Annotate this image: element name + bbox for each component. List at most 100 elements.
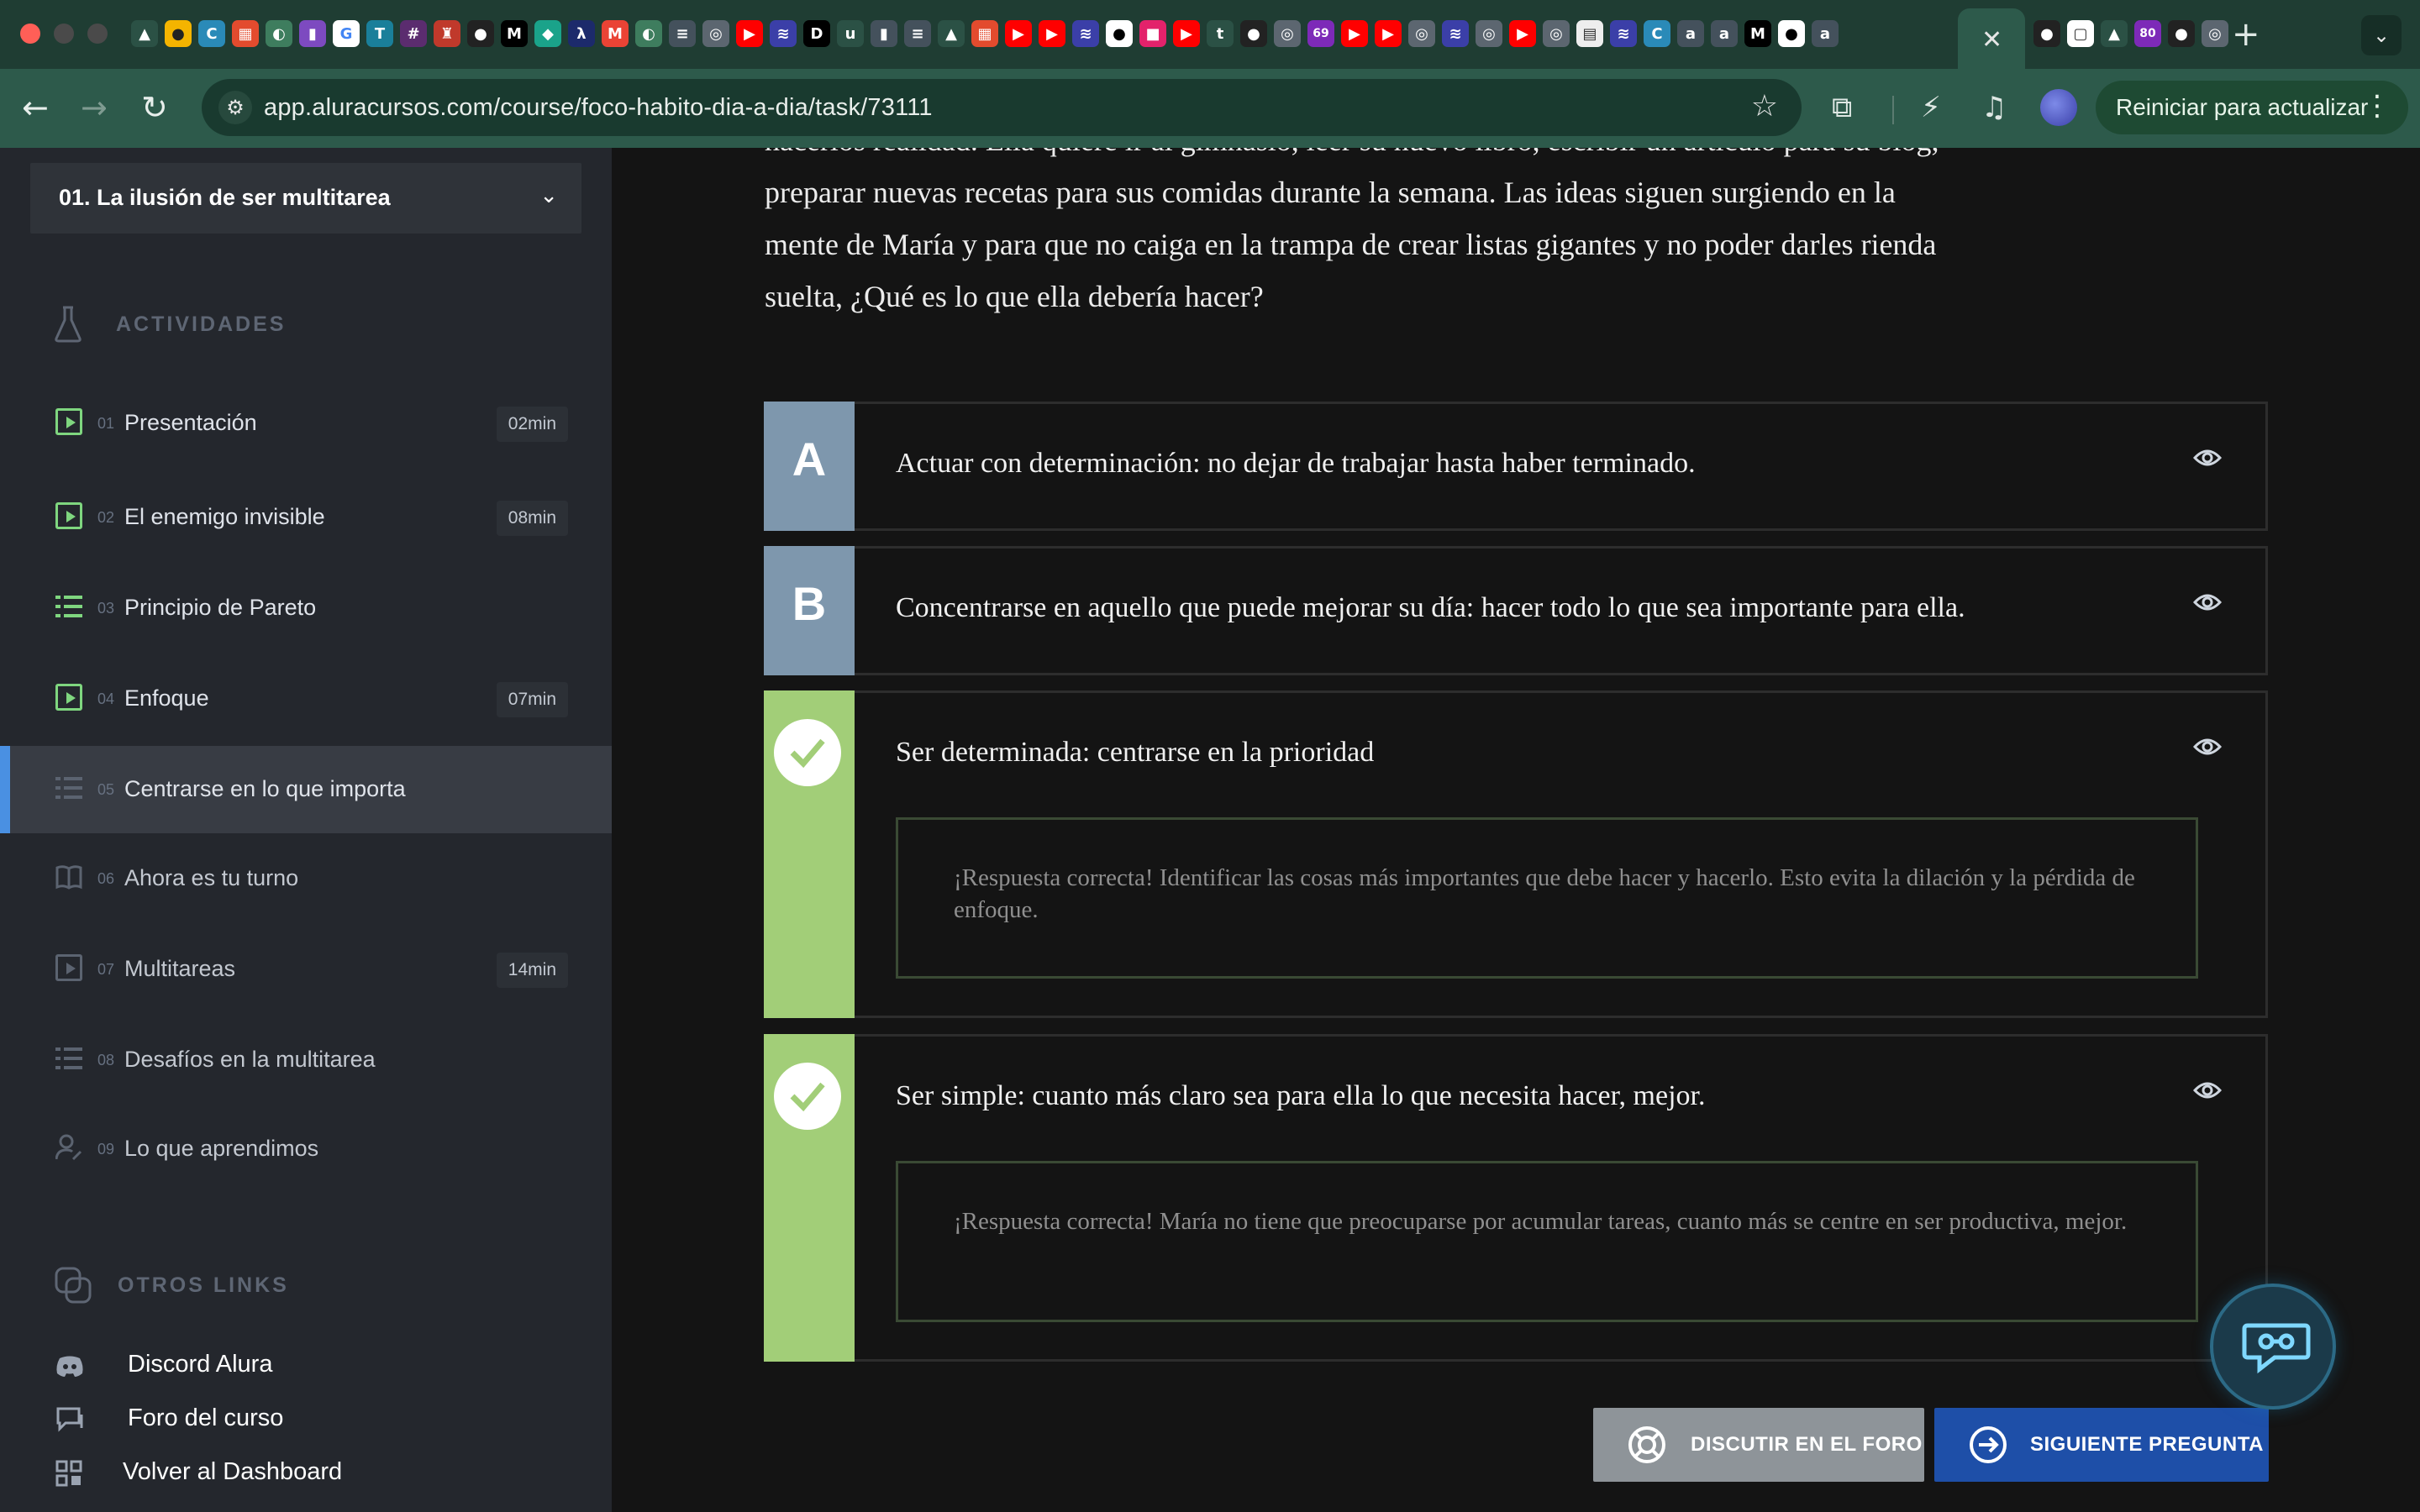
chrome-tab-icon[interactable]: ◎ [2202, 20, 2228, 47]
tab-favicon-icon[interactable]: ■ [1139, 20, 1166, 47]
sidebar-item-enemigo-invisible[interactable]: 02 El enemigo invisible 08min [0, 474, 612, 561]
section-selector[interactable]: 01. La ilusión de ser multitarea ⌄ [30, 163, 581, 234]
eye-icon[interactable] [2193, 1080, 2222, 1100]
tab-favicon-icon[interactable]: T [366, 20, 393, 47]
github-tab-icon[interactable]: ● [1778, 20, 1805, 47]
tab-favicon-icon[interactable]: ▲ [2101, 20, 2128, 47]
youtube-tab-icon[interactable]: ▶ [1173, 20, 1200, 47]
tab-favicon-icon[interactable]: ≡ [904, 20, 931, 47]
sidebar-item-pareto[interactable]: 03 Principio de Pareto [0, 564, 612, 652]
extensions-puzzle-icon[interactable]: ⧉ [1832, 91, 1852, 124]
sidebar-item-enfoque[interactable]: 04 Enfoque 07min [0, 655, 612, 743]
performance-icon[interactable]: ⚡ [1921, 91, 1941, 124]
eye-icon[interactable] [2193, 737, 2222, 757]
sidebar-item-desafios[interactable]: 08 Desafíos en la multitarea [0, 1016, 612, 1104]
tab-favicon-icon[interactable]: ◐ [266, 20, 292, 47]
answer-option-b[interactable]: B Concentrarse en aquello que puede mejo… [764, 546, 2268, 675]
tab-favicon-icon[interactable]: ≡ [669, 20, 696, 47]
back-arrow-icon[interactable]: ← [22, 87, 49, 128]
eye-icon[interactable] [2193, 592, 2222, 612]
slack-tab-icon[interactable]: # [400, 20, 427, 47]
dev-tab-icon[interactable]: D [803, 20, 830, 47]
youtube-tab-icon[interactable]: ▶ [1039, 20, 1065, 47]
sidebar-item-presentacion[interactable]: 01 Presentación 02min [0, 380, 612, 467]
tab-favicon-icon[interactable]: a [1711, 20, 1738, 47]
chat-assistant-button[interactable] [2210, 1284, 2336, 1410]
close-window-button[interactable] [20, 24, 40, 44]
maximize-window-button[interactable] [87, 24, 108, 44]
tab-favicon-icon[interactable]: ♜ [434, 20, 460, 47]
youtube-tab-icon[interactable]: ▶ [1375, 20, 1402, 47]
forward-arrow-icon[interactable]: → [81, 87, 108, 128]
sidebar-item-lo-que-aprendimos[interactable]: 09 Lo que aprendimos [0, 1105, 612, 1193]
tab-favicon-icon[interactable]: ● [467, 20, 494, 47]
tab-favicon-icon[interactable]: ● [165, 20, 192, 47]
tab-favicon-icon[interactable]: a [1677, 20, 1704, 47]
tab-search-chevron-icon[interactable]: ⌄ [2361, 15, 2402, 55]
tab-favicon-icon[interactable]: ◎ [1543, 20, 1570, 47]
tab-favicon-icon[interactable]: M [501, 20, 528, 47]
tab-favicon-icon[interactable]: t [1207, 20, 1234, 47]
tab-favicon-icon[interactable]: ▲ [938, 20, 965, 47]
tab-favicon-icon[interactable]: C [1644, 20, 1670, 47]
minimize-window-button[interactable] [54, 24, 74, 44]
youtube-tab-icon[interactable]: ▶ [736, 20, 763, 47]
sidebar-item-tu-turno[interactable]: 06 Ahora es tu turno [0, 835, 612, 922]
tab-favicon-icon[interactable]: ▢ [2067, 20, 2094, 47]
youtube-tab-icon[interactable]: ▶ [1005, 20, 1032, 47]
tab-favicon-icon[interactable]: ≋ [770, 20, 797, 47]
answer-option-a[interactable]: A Actuar con determinación: no dejar de … [764, 402, 2268, 531]
github-tab-icon[interactable]: ● [1106, 20, 1133, 47]
tab-favicon-icon[interactable]: ≋ [1610, 20, 1637, 47]
tab-favicon-icon[interactable]: a [1812, 20, 1839, 47]
tab-favicon-icon[interactable]: u [837, 20, 864, 47]
sidebar-item-centrarse[interactable]: 05 Centrarse en lo que importa [0, 746, 612, 833]
site-settings-icon[interactable]: ⚙ [218, 91, 252, 124]
next-question-button[interactable]: SIGUIENTE PREGUNTA [1934, 1408, 2269, 1482]
media-controls-icon[interactable]: ♫ [1981, 91, 2007, 124]
tab-favicon-icon[interactable]: ◎ [1476, 20, 1502, 47]
tab-favicon-icon[interactable]: ● [1240, 20, 1267, 47]
sidebar-item-multitareas[interactable]: 07 Multitareas 14min [0, 926, 612, 1013]
google-tab-icon[interactable]: G [333, 20, 360, 47]
answer-option-d[interactable]: Ser simple: cuanto más claro sea para el… [764, 1034, 2268, 1362]
tab-favicon-icon[interactable]: ◎ [1274, 20, 1301, 47]
tab-badge-icon[interactable]: 80 [2134, 20, 2161, 47]
tab-favicon-icon[interactable]: ◎ [702, 20, 729, 47]
tab-favicon-icon[interactable]: ● [2168, 20, 2195, 47]
tab-favicon-icon[interactable]: ◆ [534, 20, 561, 47]
tab-favicon-icon[interactable]: C [198, 20, 225, 47]
microsoft-tab-icon[interactable]: ▦ [971, 20, 998, 47]
link-discord[interactable]: Discord Alura [0, 1337, 612, 1391]
bookmark-star-icon[interactable]: ☆ [1751, 89, 1778, 123]
tab-favicon-icon[interactable]: ≋ [1072, 20, 1099, 47]
tab-badge-icon[interactable]: 69 [1307, 20, 1334, 47]
address-bar[interactable]: ⚙ app.aluracursos.com/course/foco-habito… [202, 79, 1802, 136]
tab-favicon-icon[interactable]: ◐ [635, 20, 662, 47]
microsoft-tab-icon[interactable]: ▦ [232, 20, 259, 47]
link-foro[interactable]: Foro del curso [0, 1391, 612, 1445]
reload-icon[interactable]: ↻ [141, 87, 168, 128]
youtube-tab-icon[interactable]: ▶ [1509, 20, 1536, 47]
tab-favicon-icon[interactable]: ◎ [1408, 20, 1435, 47]
eye-icon[interactable] [2193, 448, 2222, 468]
gmail-tab-icon[interactable]: M [602, 20, 629, 47]
tab-favicon-icon[interactable]: λ [568, 20, 595, 47]
discuss-forum-button[interactable]: DISCUTIR EN EL FORO [1593, 1408, 1924, 1482]
active-tab[interactable]: ✕ [1958, 8, 2025, 69]
tab-favicon-icon[interactable]: ▮ [299, 20, 326, 47]
tab-favicon-icon[interactable]: ≋ [1442, 20, 1469, 47]
kebab-menu-icon[interactable]: ⋮ [2363, 89, 2391, 123]
tab-favicon-icon[interactable]: ● [2033, 20, 2060, 47]
tab-favicon-icon[interactable]: ▲ [131, 20, 158, 47]
tab-favicon-icon[interactable]: ▤ [1576, 20, 1603, 47]
restart-to-update-button[interactable]: Reiniciar para actualizar ⋮ [2096, 81, 2408, 134]
url-text[interactable]: app.aluracursos.com/course/foco-habito-d… [264, 94, 933, 122]
tab-favicon-icon[interactable]: ▮ [871, 20, 897, 47]
link-dashboard[interactable]: Volver al Dashboard [0, 1445, 612, 1499]
youtube-tab-icon[interactable]: ▶ [1341, 20, 1368, 47]
close-tab-icon[interactable]: ✕ [1981, 25, 2002, 55]
tab-favicon-icon[interactable]: M [1744, 20, 1771, 47]
profile-avatar[interactable] [2040, 89, 2077, 126]
new-tab-plus-icon[interactable]: + [2232, 15, 2260, 54]
